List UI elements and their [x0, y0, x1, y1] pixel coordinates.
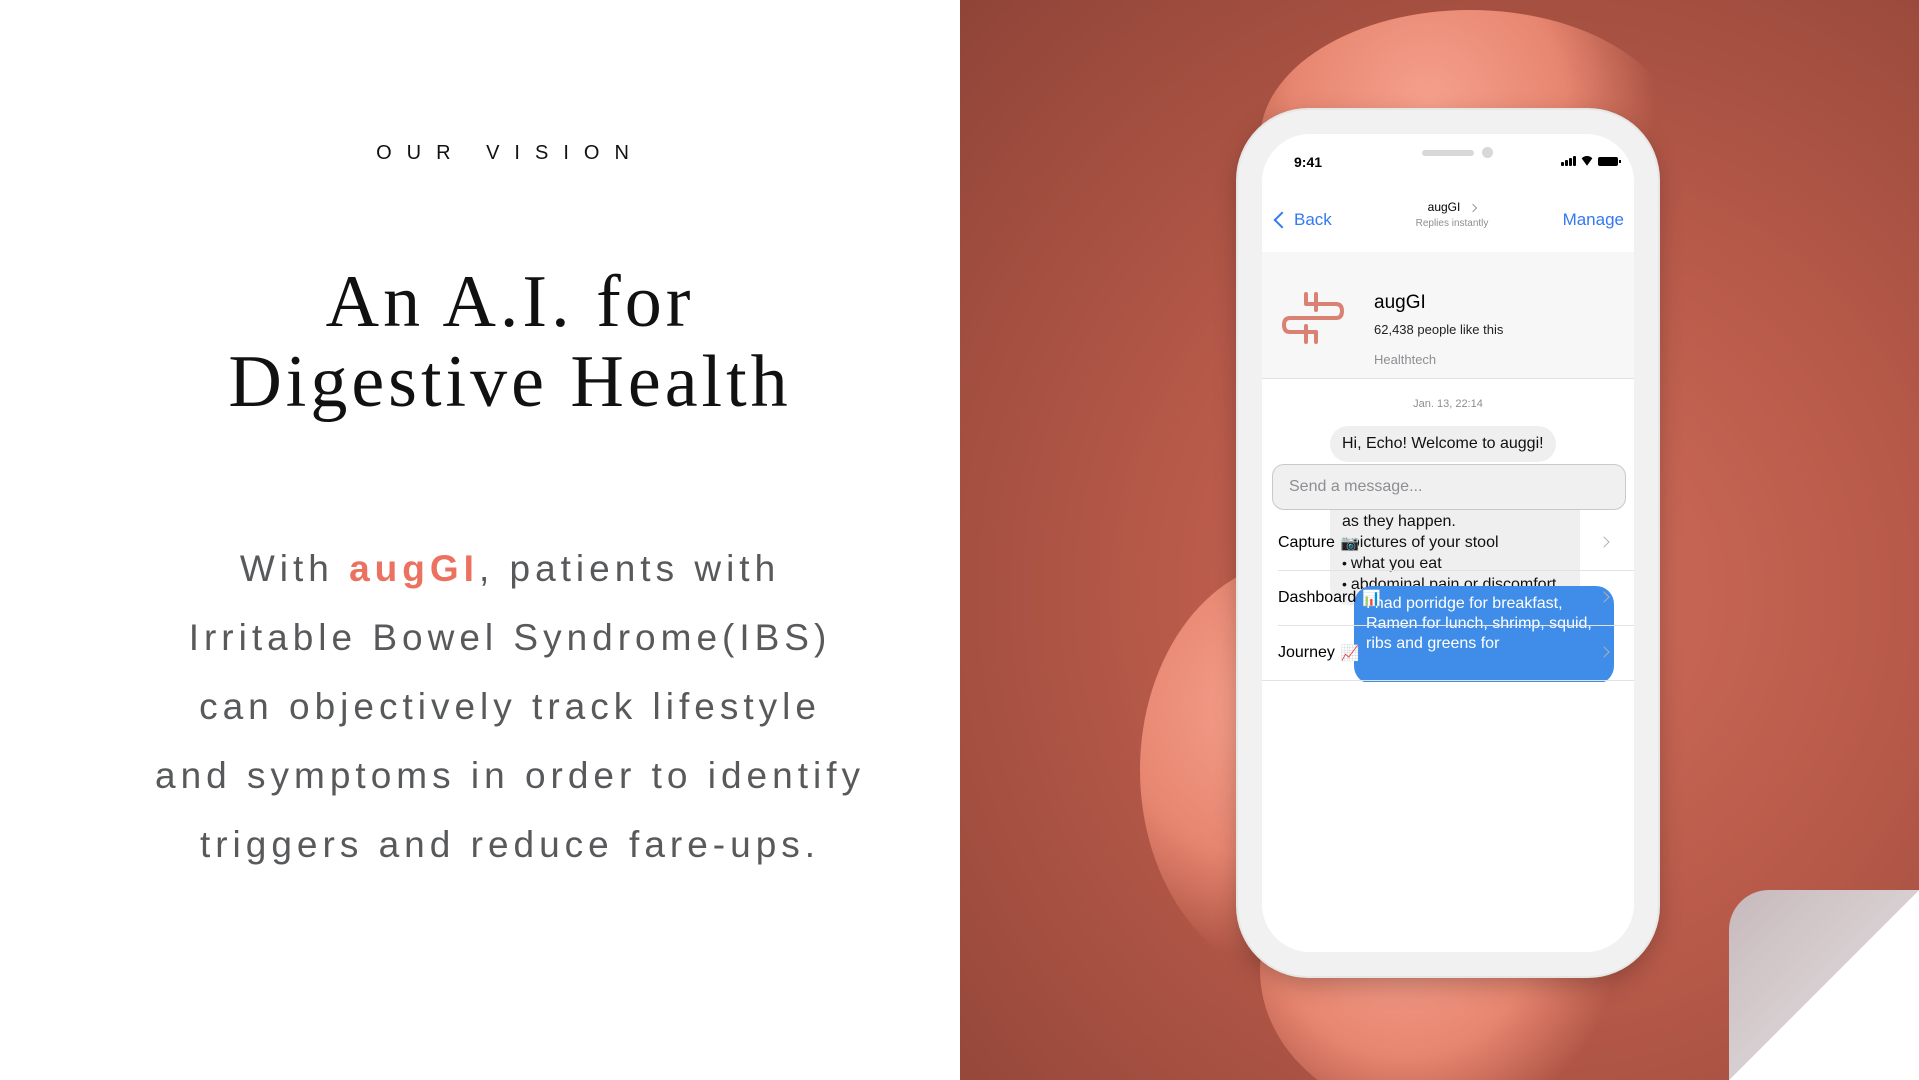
status-time: 9:41: [1294, 154, 1323, 170]
section-eyebrow: OUR VISION: [376, 142, 644, 164]
vision-line-5: triggers and reduce fare-ups.: [199, 824, 821, 865]
status-icons: [1561, 154, 1621, 166]
camera-icon: 📷: [1340, 535, 1360, 552]
phone-mockup: 9:41 Back augGI Replies instantly Manage: [1238, 110, 1658, 976]
bot-profile-card: augGI 62,438 people like this Healthtech: [1262, 252, 1634, 379]
back-label: Back: [1294, 210, 1332, 229]
cellular-signal-icon: [1561, 156, 1576, 166]
front-camera-icon: [1482, 147, 1493, 158]
menu-item-capture[interactable]: Capture 📷: [1278, 516, 1634, 571]
message-input[interactable]: [1272, 464, 1626, 510]
bot-likes: 62,438 people like this: [1374, 322, 1504, 337]
phone-screen: 9:41 Back augGI Replies instantly Manage: [1262, 134, 1634, 952]
chat-title-text: augGI: [1427, 200, 1461, 214]
vision-line-3: can objectively track lifestyle: [199, 686, 821, 727]
line-chart-icon: 📈: [1340, 645, 1360, 662]
bot-category: Healthtech: [1374, 352, 1437, 367]
quick-actions-menu: Capture 📷 Dashboard 📊 Journey 📈: [1262, 516, 1634, 680]
headline-line-2: Digestive Health: [228, 341, 792, 423]
chevron-left-icon: [1273, 211, 1291, 229]
bot-name: augGI: [1374, 292, 1426, 313]
chevron-right-icon: [1598, 536, 1610, 548]
vision-line-1-suffix: , patients with: [478, 548, 781, 589]
vision-line-2: Irritable Bowel Syndrome(IBS): [188, 617, 832, 658]
vision-line-1: With augGI, patients with: [0, 534, 1020, 603]
chevron-right-icon: [1598, 591, 1610, 603]
bot-message-greeting: Hi, Echo! Welcome to auggi!: [1330, 426, 1556, 462]
page-curl-decoration: [1729, 890, 1919, 1080]
status-bar: 9:41: [1262, 134, 1634, 192]
headline: An A.I. for Digestive Health: [0, 262, 1020, 422]
vision-statement: With augGI, patients with Irritable Bowe…: [0, 534, 1020, 879]
vision-panel: OUR VISION An A.I. for Digestive Health …: [0, 0, 960, 1080]
chat-title-button[interactable]: augGI Replies instantly: [1382, 200, 1522, 229]
headline-line-1: An A.I. for: [325, 261, 695, 343]
bar-chart-icon: 📊: [1362, 590, 1381, 607]
vision-line-4: and symptoms in order to identify: [155, 755, 865, 796]
battery-icon: [1598, 157, 1621, 166]
menu-item-label: Dashboard: [1278, 589, 1357, 606]
chat-divider: [1262, 680, 1634, 681]
menu-item-dashboard[interactable]: Dashboard 📊: [1278, 571, 1634, 626]
brand-name: augGI: [349, 548, 479, 589]
chevron-right-icon: [1598, 646, 1610, 658]
menu-item-journey[interactable]: Journey 📈: [1278, 626, 1634, 680]
menu-item-label: Capture: [1278, 534, 1335, 551]
wifi-icon: [1580, 156, 1594, 166]
menu-item-label: Journey: [1278, 644, 1335, 661]
chat-timestamp: Jan. 13, 22:14: [1413, 398, 1483, 410]
vision-prefix: With: [239, 548, 350, 589]
speaker-icon: [1422, 150, 1474, 156]
chevron-right-icon: [1469, 203, 1478, 213]
chat-subtitle: Replies instantly: [1415, 218, 1489, 229]
intestine-logo-icon: [1282, 292, 1344, 344]
chat-nav-bar: Back augGI Replies instantly Manage: [1262, 192, 1634, 253]
back-button[interactable]: Back: [1270, 210, 1332, 230]
chat-title: augGI: [1382, 200, 1522, 214]
manage-button[interactable]: Manage: [1563, 210, 1624, 230]
